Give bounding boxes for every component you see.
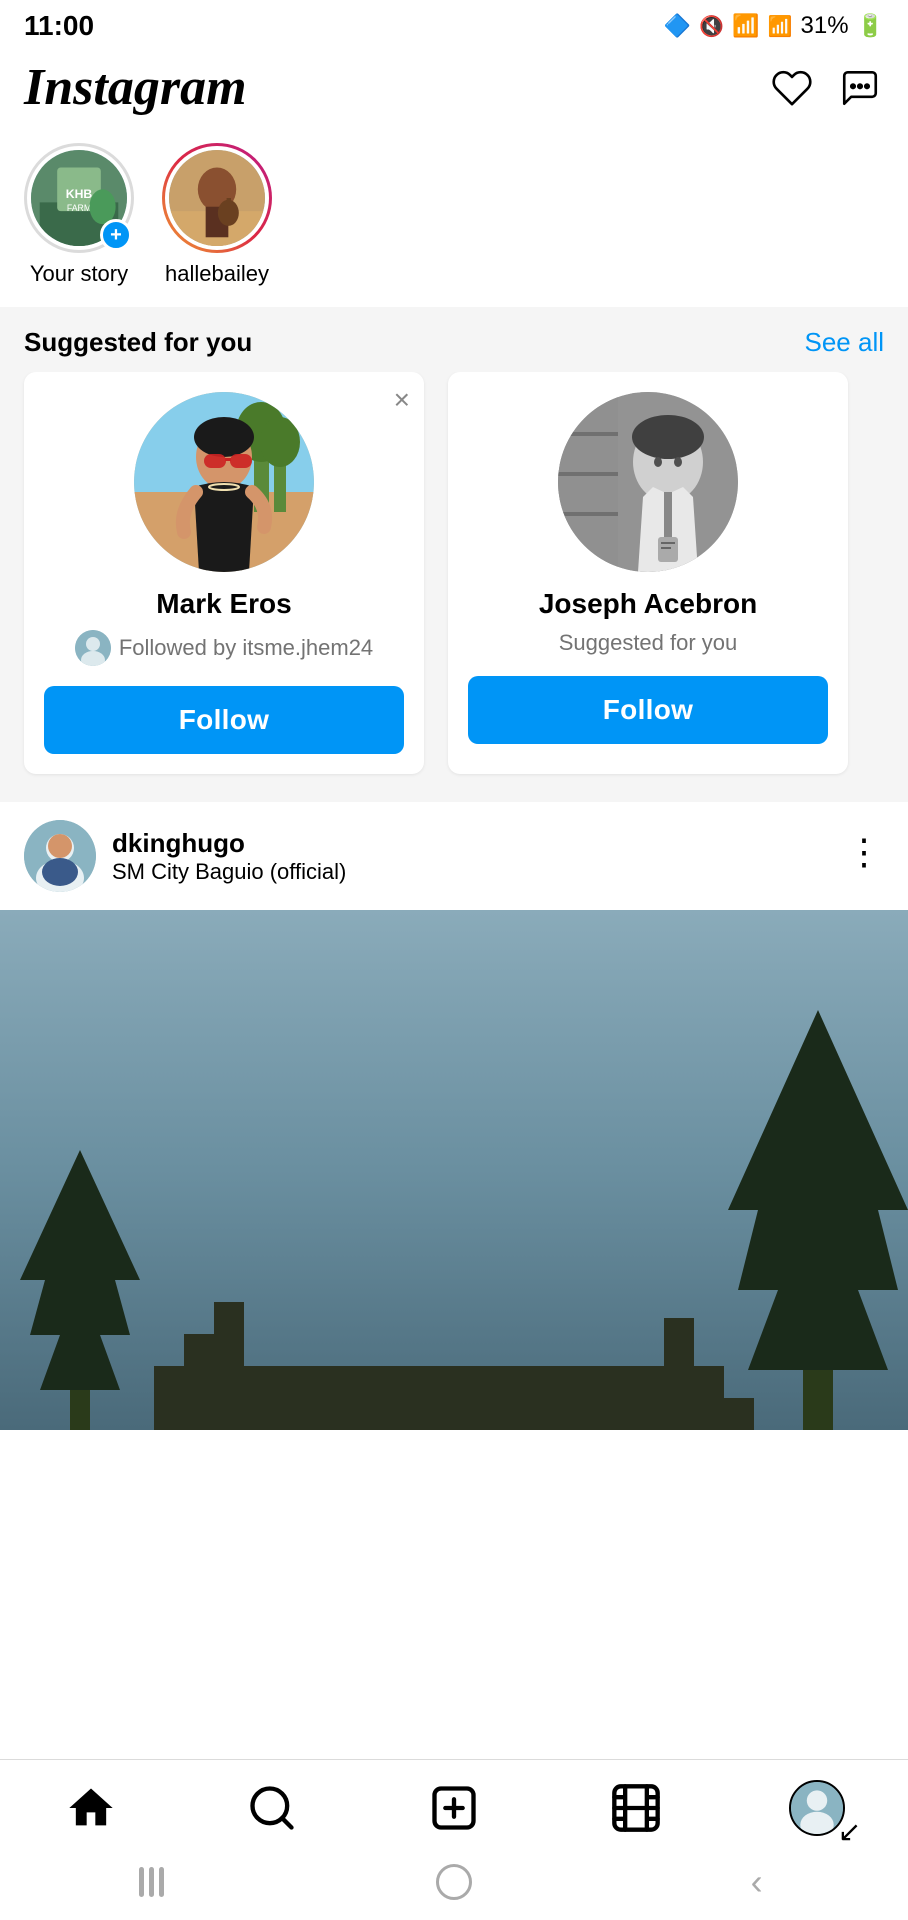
gesture-line-2 (149, 1867, 154, 1897)
close-card-mark-eros[interactable]: × (394, 386, 410, 414)
signal-icon: 📶 (768, 14, 793, 39)
messages-button[interactable] (836, 64, 884, 112)
suggested-header: Suggested for you See all (0, 307, 908, 372)
nav-icons-row: ↙ (0, 1760, 908, 1852)
suggested-cards: × (0, 372, 908, 794)
gesture-line-1 (139, 1867, 144, 1897)
hallebailey-avatar-wrap[interactable] (162, 143, 272, 253)
mark-eros-avatar (134, 392, 314, 572)
gesture-back-button[interactable]: ‹ (727, 1862, 787, 1902)
hallebailey-avatar (165, 146, 269, 250)
svg-text:FARM: FARM (67, 203, 91, 213)
header-actions (768, 64, 884, 112)
status-bar: 11:00 🔷 🔇 📶 📶 31% 🔋 (0, 0, 908, 48)
nav-gesture-row: ‹ (0, 1852, 908, 1920)
story-item-hallebailey[interactable]: hallebailey (162, 143, 272, 287)
post-header: dkinghugo SM City Baguio (official) ⋮ (0, 802, 908, 910)
post-more-options-button[interactable]: ⋮ (846, 843, 884, 869)
gesture-circle (436, 1864, 472, 1900)
itsme-jhem24-avatar (75, 630, 111, 666)
create-nav-button[interactable] (422, 1776, 486, 1840)
mark-eros-followed-by: Followed by itsme.jhem24 (119, 635, 373, 661)
reels-nav-button[interactable] (604, 1776, 668, 1840)
gesture-lines (139, 1867, 164, 1897)
bottom-nav: ↙ ‹ (0, 1759, 908, 1920)
suggested-card-mark-eros: × (24, 372, 424, 774)
dkinghugo-avatar[interactable] (24, 820, 96, 892)
post-location[interactable]: SM City Baguio (official) (112, 859, 346, 885)
mute-icon: 🔇 (699, 14, 724, 39)
hallebailey-ring (162, 143, 272, 253)
post-username[interactable]: dkinghugo (112, 828, 346, 859)
hallebailey-label: hallebailey (165, 261, 269, 287)
pine-tree-left (20, 1150, 140, 1430)
bluetooth-icon: 🔷 (664, 13, 691, 39)
battery-percent: 31% (801, 12, 849, 40)
story-item-your-story[interactable]: KHB FARM + Your story (24, 143, 134, 287)
suggested-title: Suggested for you (24, 327, 252, 358)
gesture-line-3 (159, 1867, 164, 1897)
home-nav-button[interactable] (59, 1776, 123, 1840)
follow-mark-eros-button[interactable]: Follow (44, 686, 404, 754)
wifi-icon: 📶 (732, 13, 759, 39)
notifications-button[interactable] (768, 64, 816, 112)
mark-eros-name: Mark Eros (156, 588, 291, 620)
post-user-text: dkinghugo SM City Baguio (official) (112, 828, 346, 885)
status-time: 11:00 (24, 10, 94, 42)
your-story-avatar-wrap[interactable]: KHB FARM + (24, 143, 134, 253)
gesture-back-chevron: ‹ (751, 1861, 763, 1903)
svg-text:KHB: KHB (66, 187, 93, 201)
app-header: Instagram (0, 48, 908, 133)
search-nav-button[interactable] (240, 1776, 304, 1840)
status-icons: 🔷 🔇 📶 📶 31% 🔋 (664, 12, 884, 40)
joseph-acebron-avatar (558, 392, 738, 572)
suggested-card-joseph-acebron: Joseph Acebron Suggested for you Follow (448, 372, 848, 774)
battery-icon: 🔋 (857, 13, 884, 39)
follow-joseph-button[interactable]: Follow (468, 676, 828, 744)
stories-row: KHB FARM + Your story (0, 133, 908, 307)
gesture-menu-button[interactable] (121, 1862, 181, 1902)
pine-tree-right (728, 1010, 908, 1430)
see-all-button[interactable]: See all (805, 327, 885, 358)
suggested-section: Suggested for you See all × (0, 307, 908, 794)
gesture-home-button[interactable] (424, 1862, 484, 1902)
profile-nav-button[interactable]: ↙ (785, 1776, 849, 1840)
add-story-button[interactable]: + (100, 219, 132, 251)
mark-eros-follow-info: Followed by itsme.jhem24 (75, 630, 373, 666)
joseph-acebron-suggested-text: Suggested for you (559, 630, 738, 656)
profile-nav-avatar (789, 1780, 845, 1836)
feed-post: dkinghugo SM City Baguio (official) ⋮ (0, 794, 908, 1430)
joseph-acebron-name: Joseph Acebron (539, 588, 757, 620)
your-story-label: Your story (30, 261, 128, 287)
instagram-logo: Instagram (24, 58, 247, 117)
post-user-info: dkinghugo SM City Baguio (official) (24, 820, 346, 892)
post-image (0, 910, 908, 1430)
